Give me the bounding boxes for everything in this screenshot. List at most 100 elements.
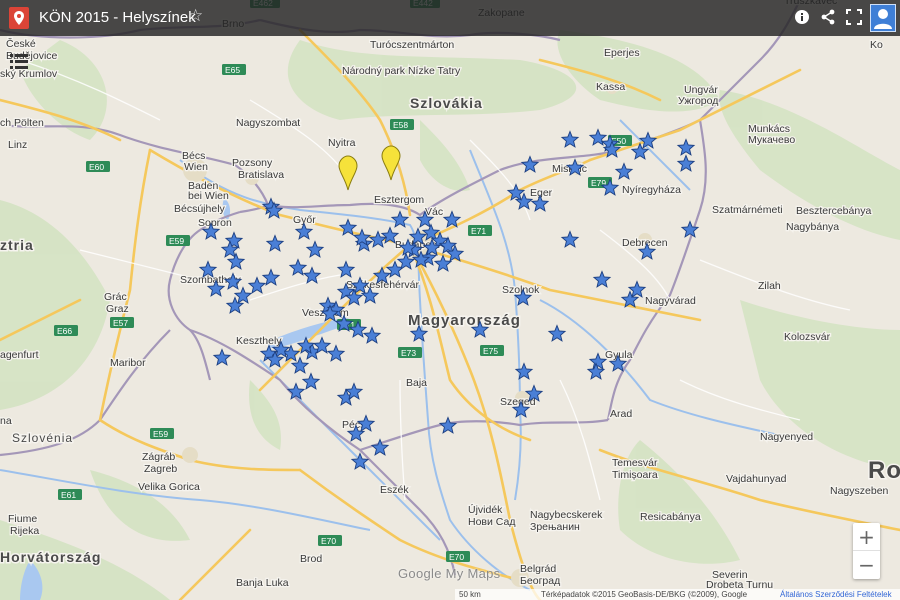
svg-text:E70: E70 [321,536,336,546]
svg-text:E65: E65 [225,65,240,75]
svg-text:E70: E70 [449,552,464,562]
city-label: Brod [300,553,322,565]
city-label: Baja [406,377,427,389]
city-label: Ko [870,39,883,51]
city-label: Wien [184,161,208,173]
road-shield: E75 [480,345,504,356]
road-shield: E73 [398,347,422,358]
city-label: Velika Gorica [138,481,200,493]
city-label: Arad [610,408,632,420]
country-label: Magyarország [408,312,521,329]
terms-link[interactable]: Általános Szerződési Feltételek [780,590,892,599]
attribution-text: Térképadatok ©2015 GeoBasis-DE/BKG (©200… [541,590,748,599]
road-shield: E65 [222,64,246,75]
city-label: Nagybánya [786,221,839,233]
city-label: Nyitra [328,137,356,149]
city-label: Nyíregyháza [622,184,681,196]
top-bar: KÖN 2015 - Helyszínek ☆ [0,0,900,36]
city-label: bei Wien [188,190,229,202]
city-label: Eger [530,187,553,199]
road-shield: E70 [446,551,470,562]
country-label: Szlovákia [410,95,483,111]
country-label: Horvátország [0,549,101,565]
map-title: KÖN 2015 - Helyszínek [39,9,196,26]
zoom-in-button[interactable]: + [853,523,880,551]
road-shield: E58 [390,119,414,130]
city-label: Temesvár [612,457,658,469]
city-label: Nagyenyed [760,431,813,443]
road-shield: E71 [468,225,492,236]
city-label: Banja Luka [236,577,289,589]
city-label: Linz [8,139,27,151]
map-canvas[interactable]: E65E58E50E60E59E66E57E71E71E73E75E79E70E… [0,0,900,600]
city-label: Nagyszombat [236,117,300,129]
city-label: Maribor [110,357,146,369]
map-footer: 50 km Térképadatok ©2015 GeoBasis-DE/BKG… [455,589,900,600]
map-pin-icon [9,7,29,29]
city-label: Ужгород [678,95,718,107]
city-label: Zágráb [142,451,175,463]
city-label: Turócszentmárton [370,39,454,51]
svg-text:E61: E61 [61,490,76,500]
city-label: Pozsony [232,157,273,169]
city-label: Belgrád [520,563,556,575]
city-label: Kolozsvár [784,331,831,343]
city-label: Зрењанин [530,521,580,533]
road-shield: E60 [86,161,110,172]
city-label: Нови Сад [468,516,515,528]
legend-list-icon[interactable] [8,52,36,76]
svg-text:E73: E73 [401,348,416,358]
city-label: České [6,37,36,50]
city-label: Besztercebánya [796,205,871,217]
city-label: Vajdahunyad [726,473,787,485]
city-label: Eperjes [604,47,640,59]
city-label: Eszék [380,484,409,496]
city-label: Zagreb [144,463,177,475]
city-label: Sopron [198,217,232,229]
city-label: Rijeka [10,525,39,537]
country-label: Szlovénia [12,431,73,445]
zoom-out-button[interactable]: − [853,551,880,579]
city-label: ch Pölten [0,117,44,129]
svg-text:E58: E58 [393,120,408,130]
city-label: Zilah [758,280,781,292]
city-label: Graz [106,303,129,315]
city-label: Severin [712,569,748,581]
city-label: Kassa [596,81,625,93]
city-label: agenfurt [0,349,39,361]
road-shield: E61 [58,489,82,500]
account-avatar[interactable] [870,4,896,32]
country-label: Ro [868,457,900,484]
zoom-control: + − [853,523,880,579]
city-label: Bratislava [238,169,284,181]
svg-text:E71: E71 [471,226,486,236]
city-label: Esztergom [374,194,424,206]
star-icon[interactable]: ☆ [188,6,203,26]
share-icon[interactable] [818,7,838,27]
city-label: Szatmárnémeti [712,204,783,216]
country-label: ztria [0,237,34,253]
city-label: Keszthely [236,335,282,347]
svg-text:E60: E60 [89,162,104,172]
city-label: Národný park Nízke Tatry [342,65,461,77]
road-shield: E57 [110,317,134,328]
info-icon[interactable] [792,7,812,27]
city-label: Nagyvárad [645,295,696,307]
city-label: Resicabánya [640,511,701,523]
city-label: Debrecen [622,237,668,249]
road-shield: E59 [150,428,174,439]
city-label: Újvidék [468,503,503,516]
road-shield: E70 [318,535,342,546]
city-label: Timișoara [612,469,658,481]
svg-text:E59: E59 [169,236,184,246]
city-label: Мукачево [748,134,795,146]
city-label: Београд [520,575,560,587]
road-shield: E59 [166,235,190,246]
scale-label: 50 km [459,590,481,599]
city-label: Vác [425,206,443,218]
fullscreen-icon[interactable] [844,7,864,27]
city-label: na [0,415,12,427]
city-label: Nagyszeben [830,485,889,497]
svg-text:E59: E59 [153,429,168,439]
city-label: Grác [104,291,127,303]
